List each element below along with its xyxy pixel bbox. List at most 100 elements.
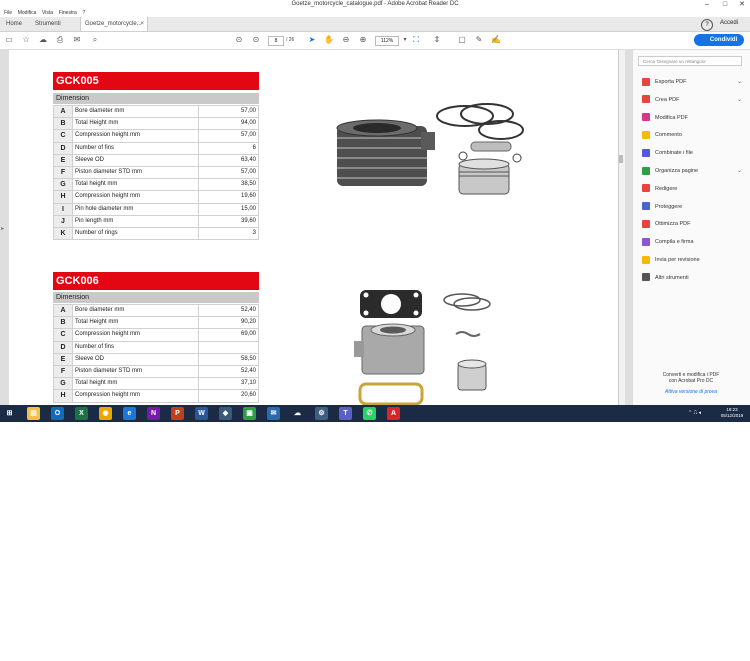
- marquee-zoom-icon[interactable]: ⛶: [411, 35, 421, 45]
- zoom-level-field[interactable]: 112%: [375, 36, 399, 46]
- settings-icon[interactable]: ⚙: [315, 407, 328, 420]
- spec-value: [198, 340, 259, 354]
- hand-tool-icon[interactable]: ✋: [324, 35, 334, 45]
- tools-search-input[interactable]: Cerca 'Disegnare un rettangolo': [638, 56, 742, 66]
- whatsapp-icon[interactable]: ✆: [363, 407, 376, 420]
- excel-icon[interactable]: X: [75, 407, 88, 420]
- page-number-input[interactable]: 8: [268, 36, 284, 46]
- maximize-button[interactable]: □: [718, 0, 732, 9]
- tool-icon: [642, 95, 650, 104]
- onenote-icon[interactable]: N: [147, 407, 160, 420]
- chrome-icon[interactable]: ◉: [99, 407, 112, 420]
- zoom-search-icon[interactable]: ⌕: [90, 35, 100, 45]
- tool-item[interactable]: Commento: [642, 129, 742, 141]
- spec-value: 52,40: [198, 303, 259, 318]
- spec-row: D Number of fins 6: [53, 141, 259, 155]
- tray-icons[interactable]: ⌃ ⎍ ◂: [688, 410, 701, 416]
- save-icon[interactable]: ▭: [4, 35, 14, 45]
- spec-label: Compression height mm: [72, 389, 199, 403]
- zoom-dropdown-icon[interactable]: ▾: [400, 35, 410, 45]
- comment-icon[interactable]: ▢: [457, 35, 467, 45]
- tool-item[interactable]: Invia per revisione: [642, 254, 742, 266]
- onedrive-icon[interactable]: ☁: [291, 407, 304, 420]
- tab-home[interactable]: Home: [6, 17, 22, 31]
- vertical-scrollbar[interactable]: [618, 50, 625, 405]
- menu-help[interactable]: ?: [82, 9, 85, 17]
- chevron-down-icon[interactable]: ⌄: [737, 165, 742, 177]
- spec-letter: F: [53, 364, 73, 379]
- clock-date: 05/12/2019: [720, 413, 744, 418]
- scrollbar-thumb[interactable]: [619, 155, 623, 163]
- spec-label: Sleeve OD: [72, 352, 199, 366]
- store-icon[interactable]: ▣: [243, 407, 256, 420]
- signin-link[interactable]: Accedi: [720, 20, 738, 26]
- tool-icon: [642, 113, 650, 122]
- outlook-icon[interactable]: O: [51, 407, 64, 420]
- spec-row: H Compression height mm 20,60: [53, 389, 259, 403]
- edge-icon[interactable]: e: [123, 407, 136, 420]
- trial-link[interactable]: Attiva versione di prova: [634, 389, 748, 395]
- email-icon[interactable]: ✉: [72, 35, 82, 45]
- spec-label: Number of fins: [72, 340, 199, 354]
- tool-item[interactable]: Modifica PDF: [642, 112, 742, 124]
- app-generic-icon[interactable]: ◆: [219, 407, 232, 420]
- tool-item[interactable]: Altri strumenti: [642, 272, 742, 284]
- system-clock[interactable]: 18:23 05/12/2019: [716, 407, 748, 419]
- mail-icon[interactable]: ✉: [267, 407, 280, 420]
- zoom-in-icon[interactable]: ⊕: [358, 35, 368, 45]
- tool-item[interactable]: Combinate i file: [642, 147, 742, 159]
- tool-item[interactable]: Redigere: [642, 183, 742, 195]
- spec-value: 38,50: [198, 178, 259, 192]
- print-icon[interactable]: ⎙: [55, 35, 65, 45]
- menu-edit[interactable]: Modifica: [18, 9, 37, 17]
- menu-window[interactable]: Finestra: [59, 9, 77, 17]
- sign-icon[interactable]: ✍: [491, 35, 501, 45]
- tool-item[interactable]: Compila e firma: [642, 236, 742, 248]
- help-icon[interactable]: ?: [701, 19, 713, 31]
- acrobat-icon[interactable]: A: [387, 407, 400, 420]
- spec-value: 58,50: [198, 352, 259, 366]
- tool-item[interactable]: Crea PDF ⌄: [642, 94, 742, 106]
- minimize-button[interactable]: –: [700, 0, 714, 9]
- tab-document[interactable]: Goetze_motorcycle... ×: [80, 17, 148, 31]
- tool-item[interactable]: Proteggere: [642, 201, 742, 213]
- spec-letter: C: [53, 129, 73, 143]
- product-title: GCK006: [53, 272, 259, 290]
- start-icon[interactable]: ⊞: [3, 407, 16, 420]
- spec-row: A Bore diameter mm 52,40: [53, 303, 259, 318]
- scroll-mode-icon[interactable]: ⇕: [432, 35, 442, 45]
- close-window-button[interactable]: ✕: [735, 0, 749, 9]
- prev-page-icon[interactable]: ⊙: [234, 35, 244, 45]
- spec-label: Bore diameter mm: [72, 104, 199, 119]
- chevron-down-icon[interactable]: ⌄: [737, 94, 742, 106]
- page-total: / 26: [286, 37, 295, 43]
- spec-row: E Sleeve OD 58,50: [53, 352, 259, 366]
- bookmark-star-icon[interactable]: ☆: [21, 35, 31, 45]
- title-bar: Goetze_motorcycle_catalogue.pdf - Adobe …: [0, 0, 750, 9]
- spec-row: G Total height mm 38,50: [53, 178, 259, 192]
- next-page-icon[interactable]: ⊙: [251, 35, 261, 45]
- tab-close-icon[interactable]: ×: [140, 17, 144, 31]
- zoom-out-icon[interactable]: ⊖: [341, 35, 351, 45]
- powerpoint-icon[interactable]: P: [171, 407, 184, 420]
- pen-icon[interactable]: ✎: [474, 35, 484, 45]
- teams-icon[interactable]: T: [339, 407, 352, 420]
- upload-cloud-icon[interactable]: ☁: [38, 35, 48, 45]
- share-button[interactable]: 👤 Condividi: [694, 34, 744, 46]
- collapse-left-panel-icon[interactable]: ▸: [1, 225, 4, 232]
- spec-value: 57,00: [198, 165, 259, 180]
- tool-item[interactable]: Esporta PDF ⌄: [642, 76, 742, 88]
- select-cursor-icon[interactable]: ➤: [307, 35, 317, 45]
- tool-item[interactable]: Organizza pagine ⌄: [642, 165, 742, 177]
- spec-value: 57,00: [198, 104, 259, 119]
- menu-view[interactable]: Vista: [42, 9, 53, 17]
- menu-file[interactable]: File: [4, 9, 12, 17]
- tool-icon: [642, 166, 650, 175]
- tool-item[interactable]: Ottimizza PDF: [642, 218, 742, 230]
- tab-tools[interactable]: Strumenti: [35, 17, 61, 31]
- share-user-icon: 👤: [700, 37, 709, 43]
- word-icon[interactable]: W: [195, 407, 208, 420]
- explorer-icon[interactable]: ▤: [27, 407, 40, 420]
- chevron-down-icon[interactable]: ⌄: [737, 76, 742, 88]
- tool-label: Commento: [655, 132, 682, 139]
